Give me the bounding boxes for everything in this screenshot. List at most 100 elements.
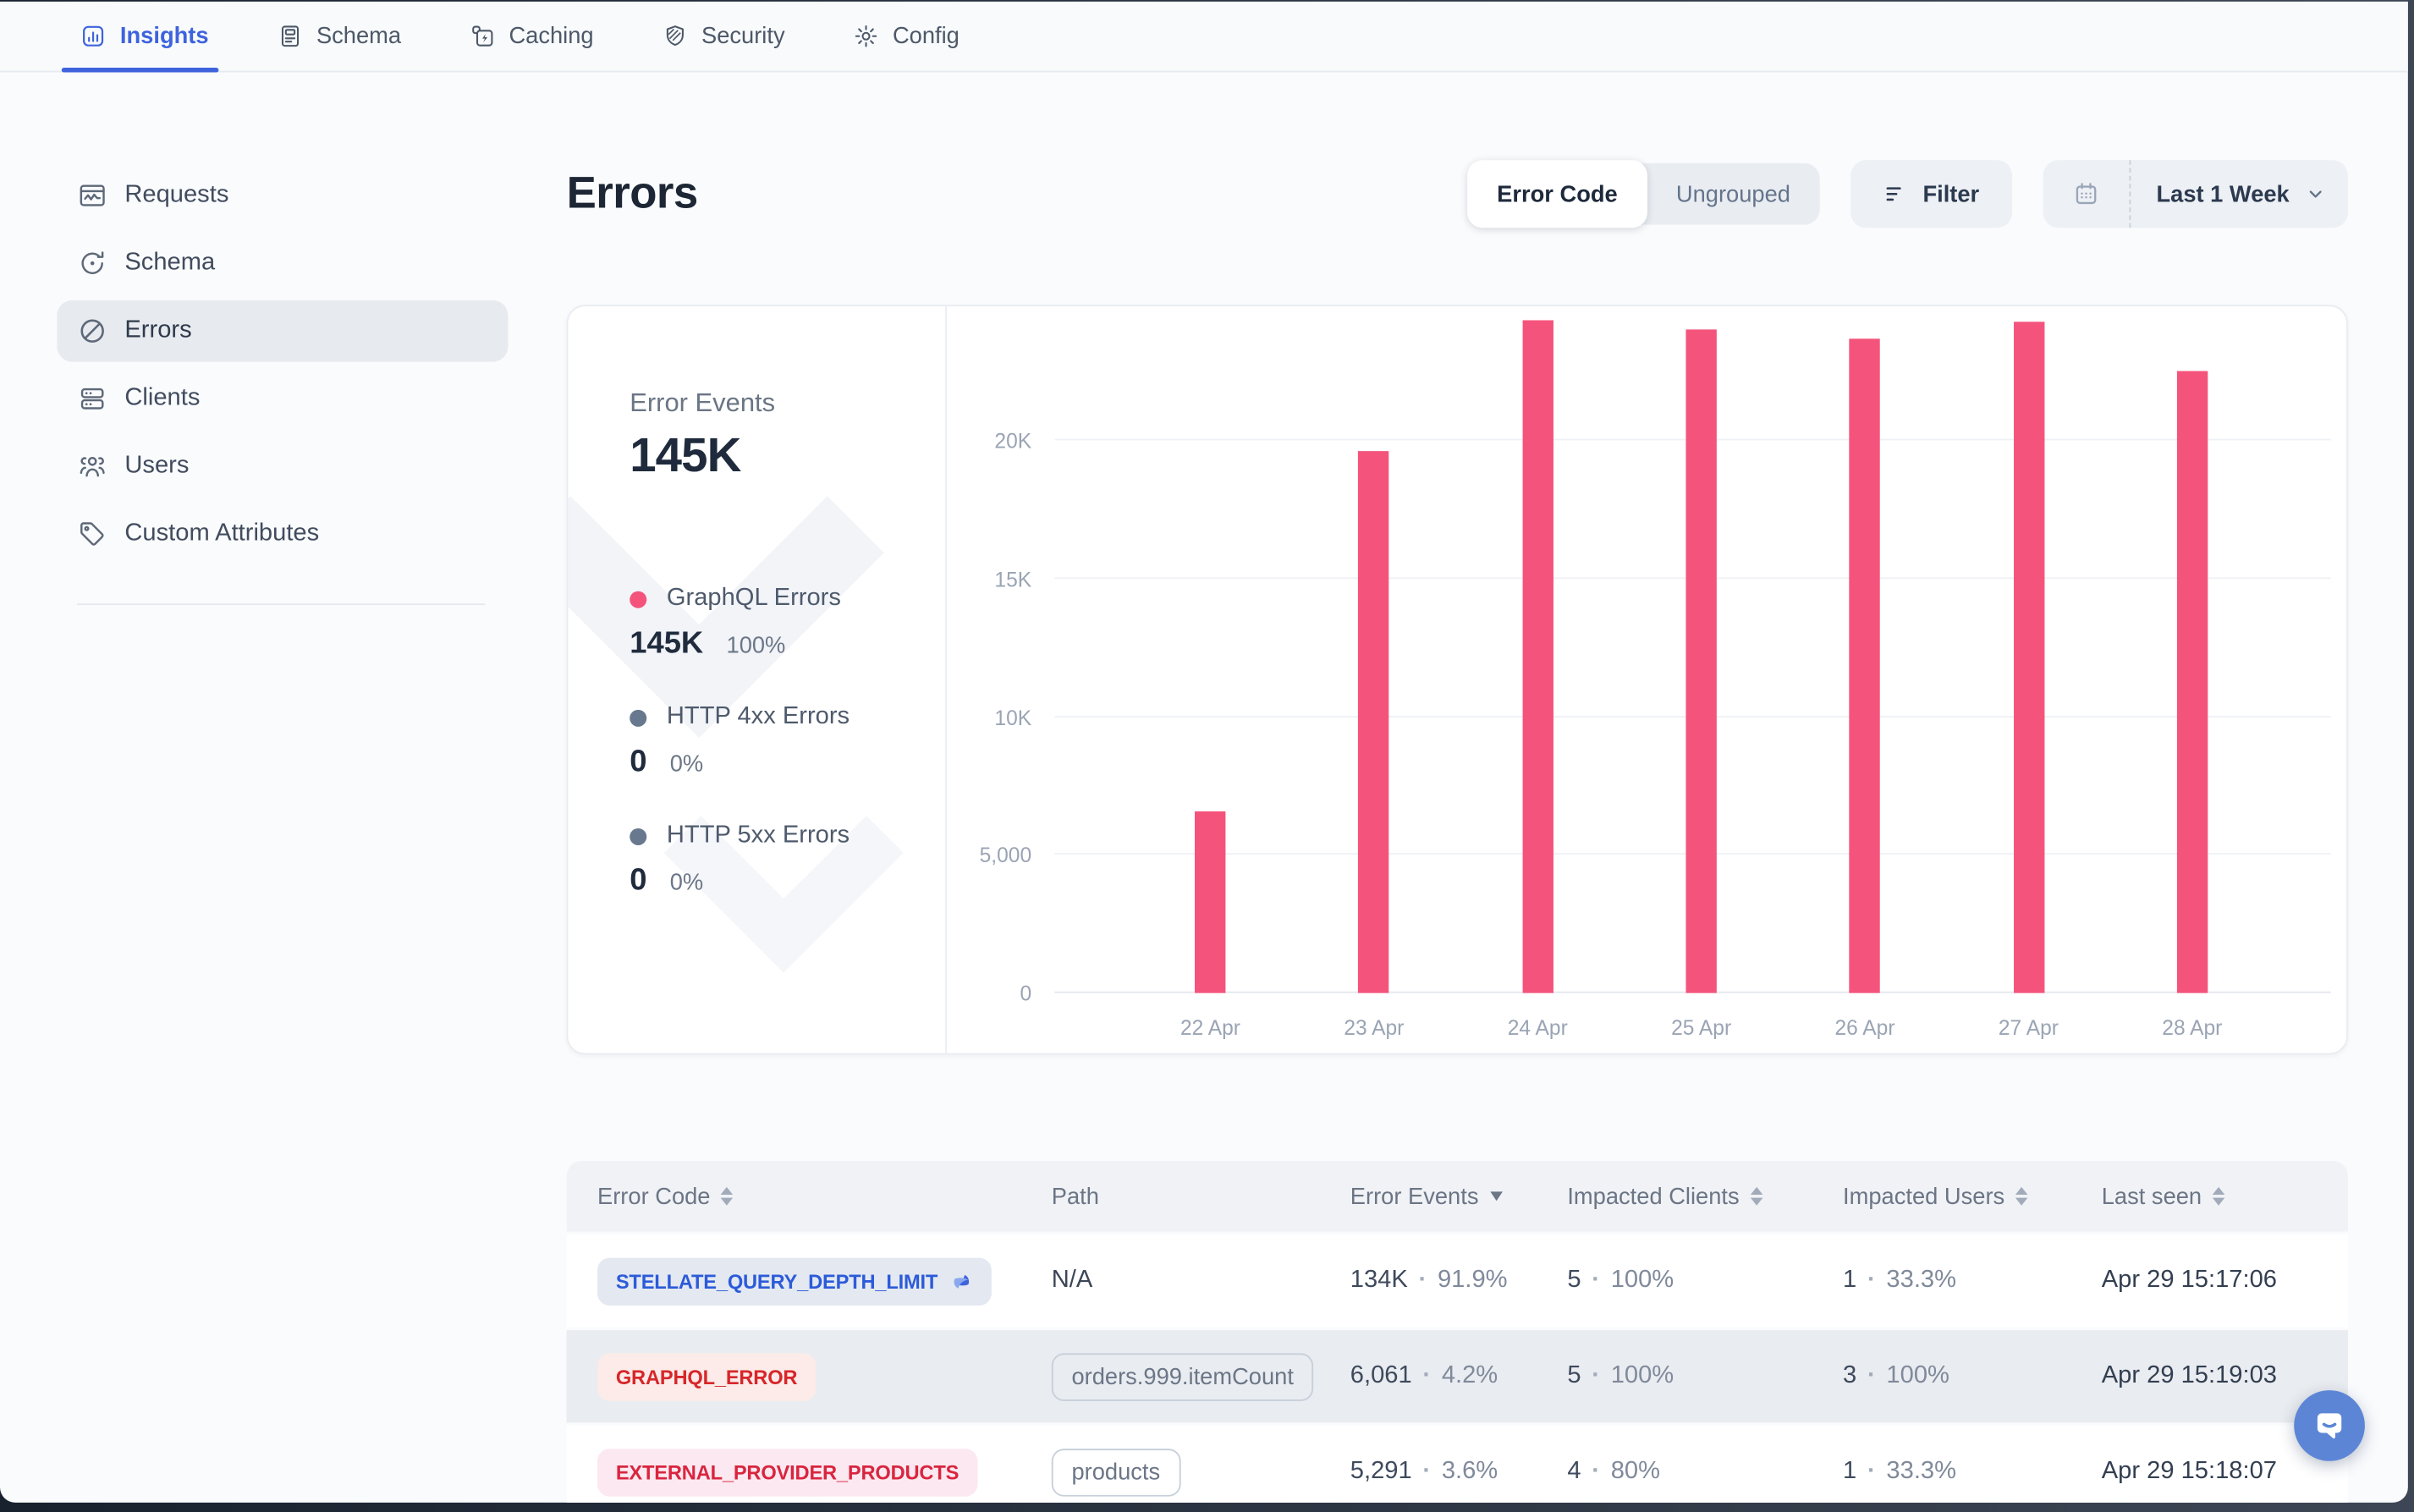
last-seen-cell: Apr 29 15:18:07 xyxy=(2102,1458,2348,1486)
caching-icon xyxy=(469,23,495,49)
y-axis-label: 15K xyxy=(947,568,1031,591)
bar[interactable] xyxy=(2177,371,2208,993)
x-axis-label: 25 Apr xyxy=(1619,1016,1783,1039)
clients-server-icon xyxy=(77,383,107,414)
table-row[interactable]: EXTERNAL_PROVIDER_PRODUCTS products 5,29… xyxy=(567,1426,2348,1503)
x-axis-label: 27 Apr xyxy=(1947,1016,2110,1039)
tab-label: Schema xyxy=(316,23,401,49)
impacted-users-cell: 1·33.3% xyxy=(1843,1267,2102,1295)
legend-item-http5xx[interactable]: HTTP 5xx Errors 0 0% xyxy=(630,822,945,899)
sidebar-item-label: Custom Attributes xyxy=(124,520,319,548)
x-axis-label: 24 Apr xyxy=(1456,1016,1619,1039)
table-row[interactable]: GRAPHQL_ERROR orders.999.itemCount 6,061… xyxy=(567,1330,2348,1422)
tab-schema[interactable]: Schema xyxy=(273,2,404,71)
toggle-option-ungrouped[interactable]: Ungrouped xyxy=(1647,163,1819,225)
error-code-badge: EXTERNAL_PROVIDER_PRODUCTS xyxy=(597,1448,977,1495)
column-header-error-events[interactable]: Error Events xyxy=(1350,1183,1568,1209)
error-events-card: Error Events 145K GraphQL Errors 145K 10… xyxy=(567,305,2348,1054)
legend-dot xyxy=(630,709,646,726)
error-events-cell: 5,291·3.6% xyxy=(1350,1458,1568,1486)
date-range-label: Last 1 Week xyxy=(2131,181,2305,207)
requests-icon xyxy=(77,180,107,211)
impacted-clients-cell: 5·100% xyxy=(1567,1362,1843,1390)
bar-slot xyxy=(1129,323,1292,993)
bar[interactable] xyxy=(1685,330,1716,993)
column-header-error-code[interactable]: Error Code xyxy=(567,1183,1052,1209)
summary-label: Error Events xyxy=(630,388,945,419)
bar[interactable] xyxy=(2013,322,2043,993)
path-tag: orders.999.itemCount xyxy=(1052,1353,1314,1400)
sidebar-item-label: Requests xyxy=(124,182,228,210)
impacted-clients-cell: 5·100% xyxy=(1567,1267,1843,1295)
legend-label: GraphQL Errors xyxy=(667,585,841,613)
chat-bubble-icon xyxy=(2311,1407,2348,1444)
column-header-last-seen[interactable]: Last seen xyxy=(2102,1183,2348,1209)
users-icon xyxy=(77,451,107,481)
schema-doc-icon xyxy=(277,23,303,49)
bar[interactable] xyxy=(1195,812,1225,993)
legend-label: HTTP 4xx Errors xyxy=(667,704,850,732)
bar[interactable] xyxy=(1359,451,1389,992)
impacted-users-cell: 1·33.3% xyxy=(1843,1458,2102,1486)
y-axis-label: 10K xyxy=(947,706,1031,729)
bar-chart: 05,00010K15K20K 22 Apr23 Apr24 Apr25 Apr… xyxy=(947,306,2346,1053)
legend-item-graphql[interactable]: GraphQL Errors 145K 100% xyxy=(630,585,945,662)
sidebar-item-schema[interactable]: Schema xyxy=(57,233,508,294)
legend-dot xyxy=(630,591,646,608)
sidebar-item-errors[interactable]: Errors xyxy=(57,300,508,362)
legend-dot xyxy=(630,827,646,844)
schema-sync-icon xyxy=(77,248,107,278)
last-seen-cell: Apr 29 15:17:06 xyxy=(2102,1267,2348,1295)
legend-value: 0 xyxy=(630,864,646,899)
filter-icon xyxy=(1883,182,1907,206)
impacted-users-cell: 3·100% xyxy=(1843,1362,2102,1390)
column-header-impacted-clients[interactable]: Impacted Clients xyxy=(1567,1183,1843,1209)
legend-value: 145K xyxy=(630,627,703,663)
toggle-option-error-code[interactable]: Error Code xyxy=(1468,160,1647,228)
summary-total: 145K xyxy=(630,428,945,484)
filter-label: Filter xyxy=(1922,181,1979,207)
sidebar: Requests Schema Errors xyxy=(0,73,508,1503)
bar-slot xyxy=(1292,323,1455,993)
sort-icon xyxy=(1750,1187,1762,1206)
column-header-path[interactable]: Path xyxy=(1052,1183,1350,1209)
last-seen-cell: Apr 29 15:19:03 xyxy=(2102,1362,2348,1390)
bar[interactable] xyxy=(1850,339,1880,992)
chart-legend: GraphQL Errors 145K 100% HTTP 4xx Errors xyxy=(630,585,945,899)
sidebar-item-users[interactable]: Users xyxy=(57,436,508,498)
path-text: N/A xyxy=(1052,1267,1093,1294)
tab-label: Config xyxy=(893,23,960,49)
legend-percent: 100% xyxy=(727,633,786,659)
insights-icon xyxy=(80,23,107,49)
chat-launcher-button[interactable] xyxy=(2294,1390,2365,1461)
tab-caching[interactable]: Caching xyxy=(466,2,597,71)
stellate-logo-icon xyxy=(950,1269,973,1292)
tag-icon xyxy=(77,519,107,549)
table-row[interactable]: STELLATE_QUERY_DEPTH_LIMIT N/A 134K·91.9… xyxy=(567,1234,2348,1327)
bar[interactable] xyxy=(1522,320,1553,992)
sidebar-item-custom-attributes[interactable]: Custom Attributes xyxy=(57,503,508,565)
y-axis-label: 20K xyxy=(947,430,1031,453)
tab-security[interactable]: Security xyxy=(658,2,788,71)
sidebar-item-clients[interactable]: Clients xyxy=(57,368,508,430)
legend-item-http4xx[interactable]: HTTP 4xx Errors 0 0% xyxy=(630,704,945,781)
x-axis-labels: 22 Apr23 Apr24 Apr25 Apr26 Apr27 Apr28 A… xyxy=(1129,1016,2274,1039)
y-axis-label: 5,000 xyxy=(947,844,1031,867)
legend-percent: 0% xyxy=(670,751,703,778)
impacted-clients-cell: 4·80% xyxy=(1567,1458,1843,1486)
bars xyxy=(1129,323,2274,993)
main-content: Errors Error Code Ungrouped Filter xyxy=(508,73,2407,1503)
legend-percent: 0% xyxy=(670,870,703,896)
sort-icon xyxy=(721,1187,734,1206)
tab-config[interactable]: Config xyxy=(850,2,962,71)
tab-label: Insights xyxy=(120,23,209,49)
sidebar-item-requests[interactable]: Requests xyxy=(57,165,508,227)
table-header: Error Code Path Error Events Impacted Cl… xyxy=(567,1161,2348,1232)
bar-slot xyxy=(1456,323,1619,993)
date-range-button[interactable]: Last 1 Week xyxy=(2043,160,2348,228)
filter-button[interactable]: Filter xyxy=(1850,160,2011,228)
page-title: Errors xyxy=(567,168,698,219)
errors-slash-icon xyxy=(77,316,107,346)
column-header-impacted-users[interactable]: Impacted Users xyxy=(1843,1183,2102,1209)
tab-insights[interactable]: Insights xyxy=(77,2,212,71)
